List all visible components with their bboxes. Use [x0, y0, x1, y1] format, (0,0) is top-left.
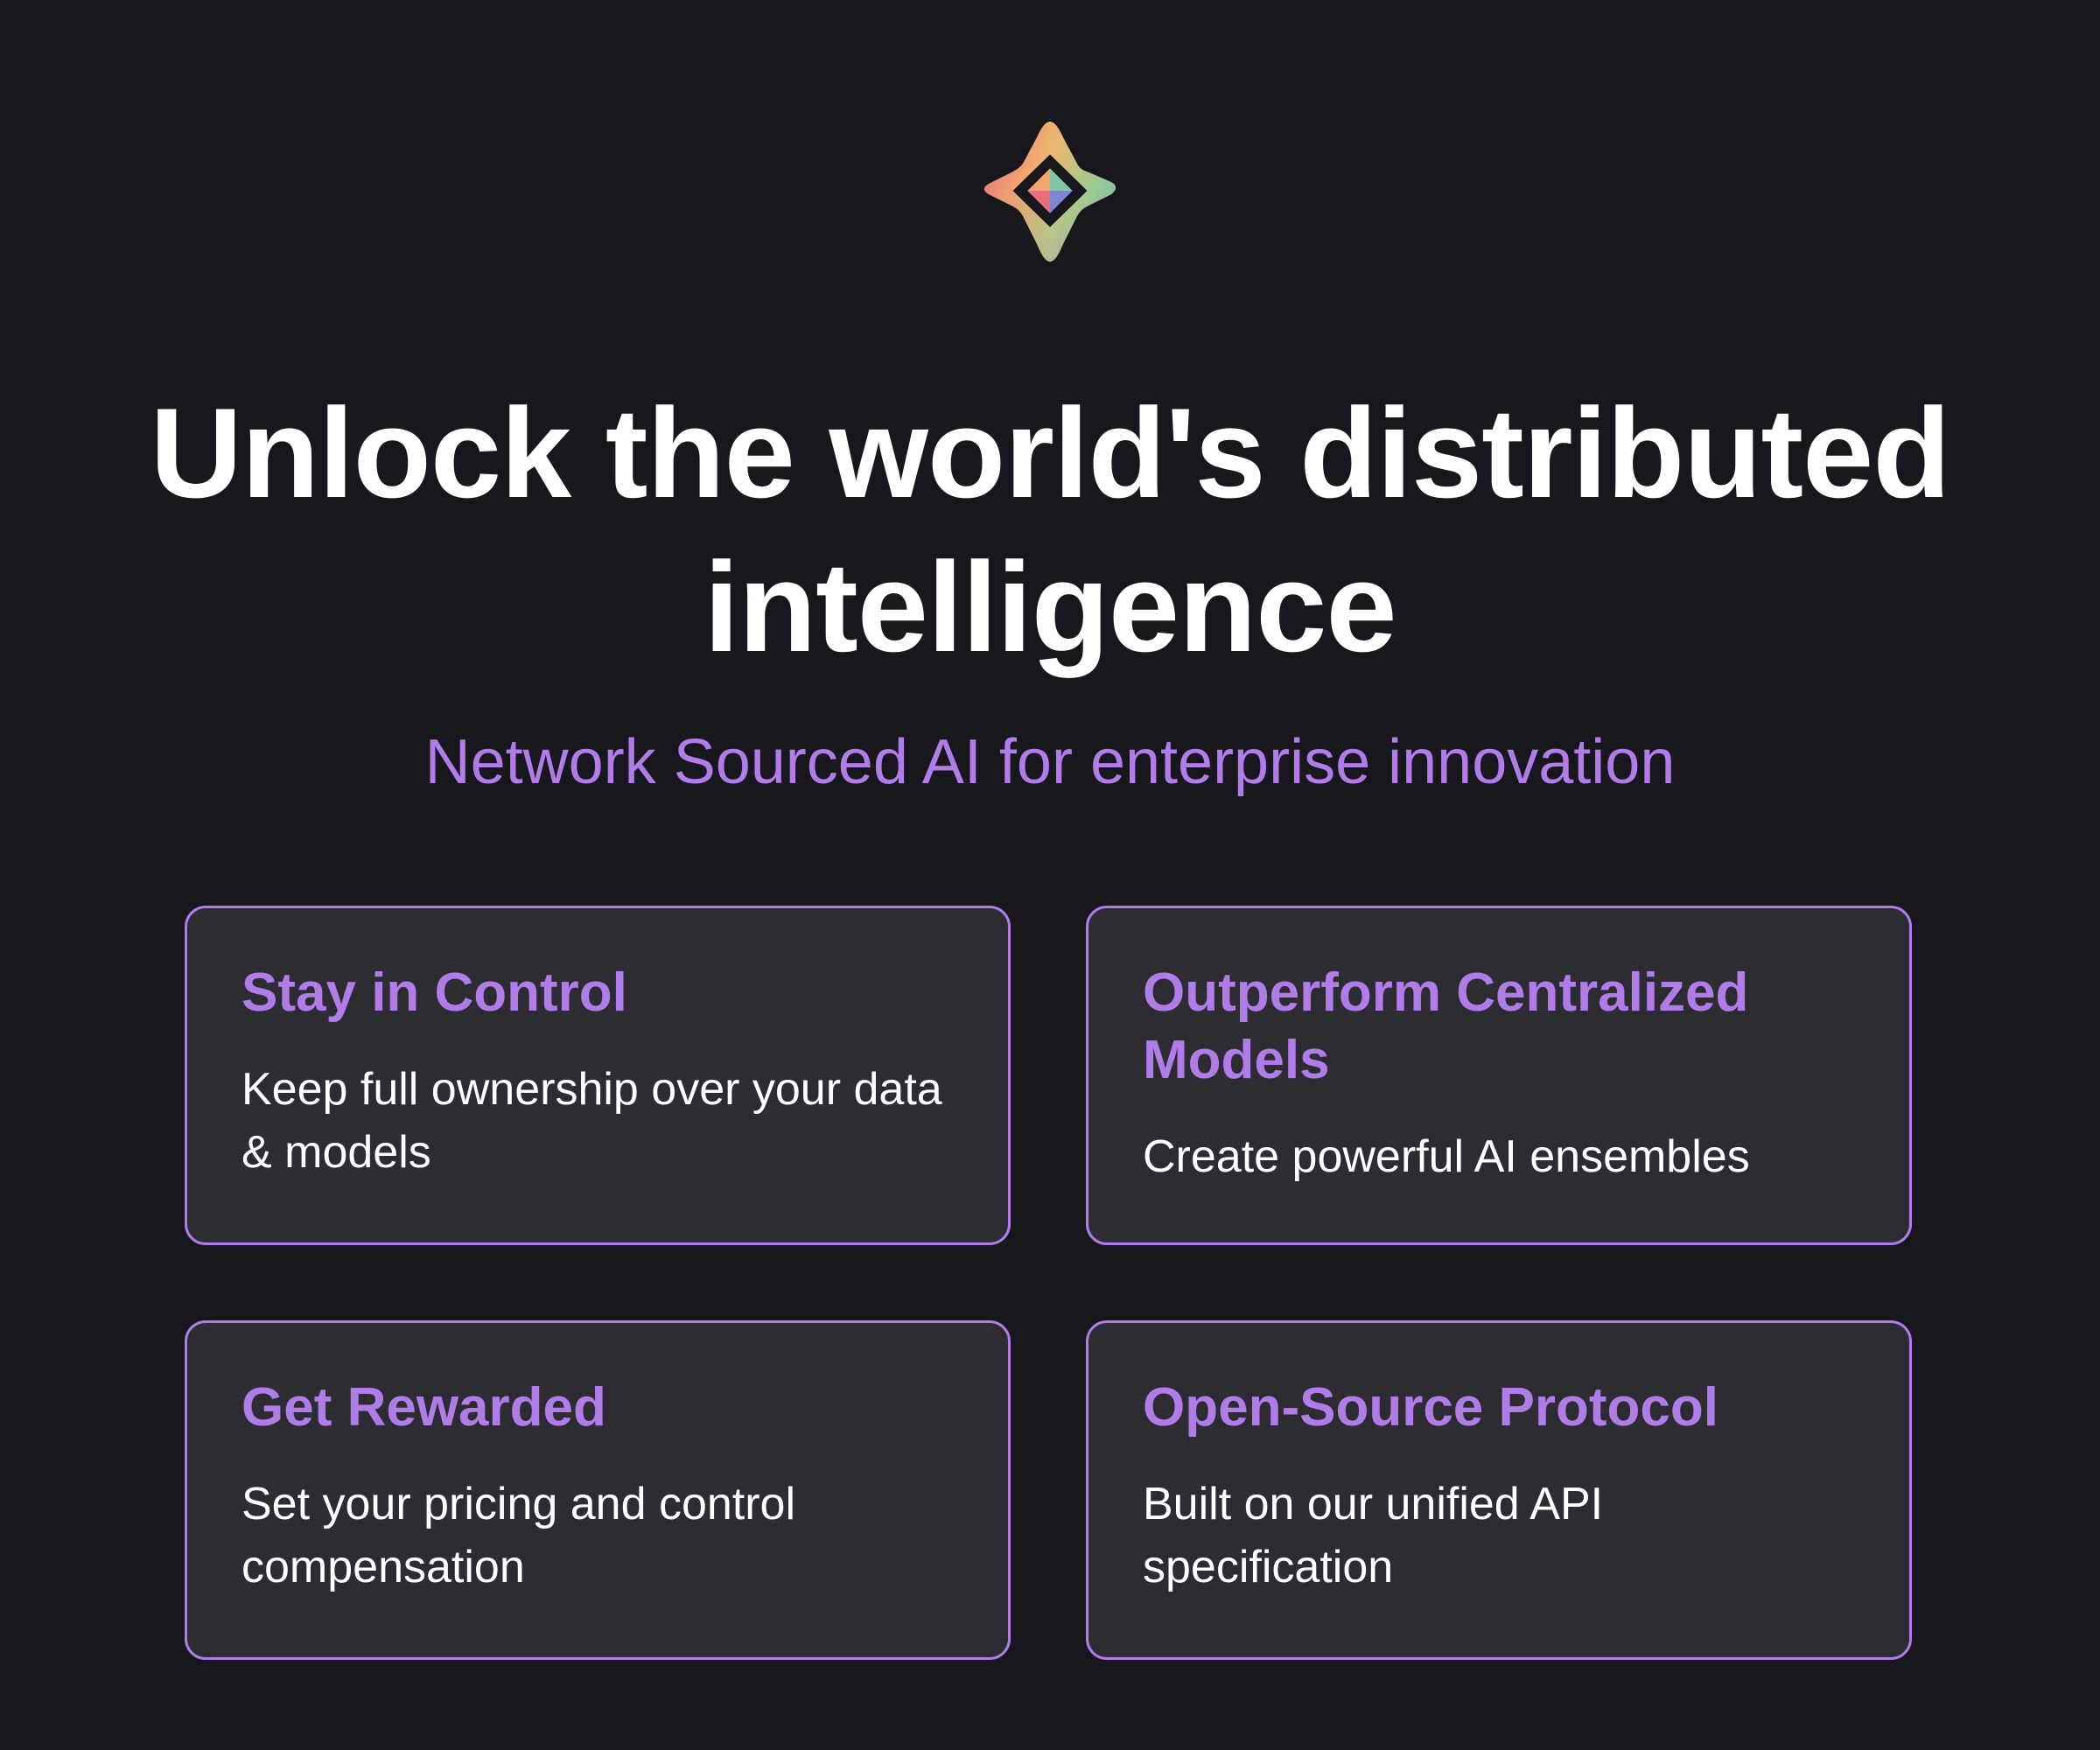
hero-headline: Unlock the world's distributed intellige…: [150, 382, 1951, 678]
feature-card-title: Open-Source Protocol: [1143, 1377, 1718, 1438]
feature-card-title: Outperform Centralized Models: [1143, 962, 1749, 1090]
feature-card-title: Stay in Control: [242, 962, 627, 1023]
feature-card-open-source-protocol: Open-Source Protocol Built on our unifie…: [1086, 1320, 1912, 1660]
hero-subtitle: Network Sourced AI for enterprise innova…: [424, 727, 1676, 797]
feature-card-title: Get Rewarded: [242, 1377, 606, 1438]
feature-card-get-rewarded: Get Rewarded Set your pricing and contro…: [185, 1320, 1011, 1660]
feature-card-description: Set your pricing and control compensatio…: [242, 1479, 796, 1592]
feature-card-description: Keep full ownership over your data & mod…: [242, 1064, 942, 1178]
feature-card-outperform-centralized-models: Outperform Centralized Models Create pow…: [1086, 906, 1912, 1245]
feature-card-stay-in-control: Stay in Control Keep full ownership over…: [185, 906, 1011, 1245]
feature-card-description: Built on our unified API specification: [1143, 1479, 1604, 1592]
feature-card-description: Create powerful AI ensembles: [1143, 1131, 1750, 1182]
brand-logo-icon: [976, 117, 1124, 266]
